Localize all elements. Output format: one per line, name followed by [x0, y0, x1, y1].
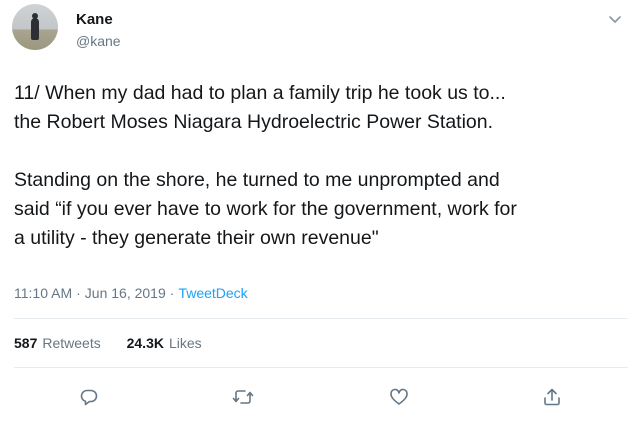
tweet-stats: 587 Retweets 24.3K Likes: [14, 335, 224, 351]
heart-icon[interactable]: [388, 386, 410, 408]
author-handle[interactable]: @kane: [76, 33, 121, 49]
likes-label: Likes: [168, 335, 202, 351]
tweet-source-link[interactable]: TweetDeck: [178, 285, 247, 301]
reply-icon[interactable]: [78, 386, 100, 408]
tweet-date[interactable]: Jun 16, 2019: [85, 285, 166, 301]
retweets-label: Retweets: [42, 335, 101, 351]
chevron-down-icon[interactable]: [606, 10, 624, 28]
avatar[interactable]: [12, 4, 58, 50]
retweet-icon[interactable]: [232, 386, 254, 408]
author-name[interactable]: Kane: [76, 11, 113, 28]
share-icon[interactable]: [541, 386, 563, 408]
tweet-time[interactable]: 11:10 AM: [14, 285, 72, 301]
meta-separator: ·: [169, 285, 175, 301]
retweets-stat[interactable]: 587 Retweets: [14, 335, 101, 351]
divider: [14, 318, 628, 319]
tweet-card: Kane @kane 11/ When my dad had to plan a…: [0, 0, 640, 421]
likes-stat[interactable]: 24.3K Likes: [127, 335, 202, 351]
tweet-text: 11/ When my dad had to plan a family tri…: [14, 82, 517, 249]
retweets-count: 587: [14, 335, 38, 351]
likes-count: 24.3K: [126, 335, 164, 351]
meta-separator: ·: [76, 285, 81, 301]
tweet-meta: 11:10 AM · Jun 16, 2019 · TweetDeck: [14, 285, 248, 301]
divider: [14, 367, 628, 368]
avatar-person-body: [31, 18, 39, 40]
